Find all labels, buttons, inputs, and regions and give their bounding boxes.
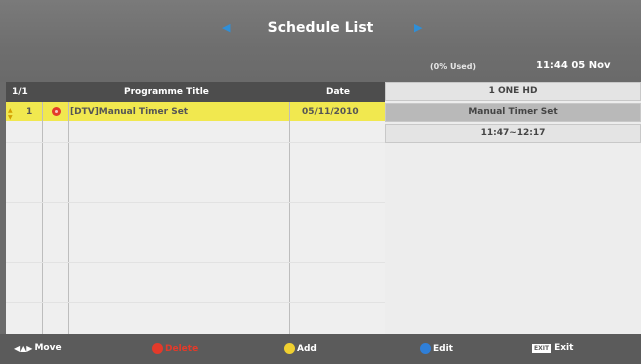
red-button-icon xyxy=(152,343,163,354)
blue-button-icon xyxy=(420,343,431,354)
row-number: 1 xyxy=(26,107,33,117)
edit-label: Edit xyxy=(433,343,453,354)
delete-button[interactable]: Delete xyxy=(152,343,198,354)
row-title: [DTV]Manual Timer Set xyxy=(70,107,189,117)
detail-channel: 1 ONE HD xyxy=(385,82,641,101)
yellow-button-icon xyxy=(284,343,295,354)
detail-panel: 1 ONE HD Manual Timer Set 11:47~12:17 xyxy=(385,82,641,334)
page-title: Schedule List xyxy=(267,20,374,36)
edit-button[interactable]: Edit xyxy=(420,343,453,354)
row-date: 05/11/2010 xyxy=(302,107,359,117)
detail-programme: Manual Timer Set xyxy=(385,103,641,122)
delete-label: Delete xyxy=(165,343,199,354)
exit-key-icon: EXIT xyxy=(532,343,552,353)
right-arrow-icon[interactable]: ▶ xyxy=(414,21,422,34)
record-icon xyxy=(52,107,61,116)
move-label: Move xyxy=(34,343,62,353)
move-updown-icon: ▲ ▼ xyxy=(8,107,13,121)
move-arrows-icon: ◀▲▶ xyxy=(14,343,33,353)
move-hint[interactable]: ◀▲▶ Move xyxy=(14,343,62,353)
exit-button[interactable]: EXIT Exit xyxy=(532,343,573,353)
header-bar: ◀ Schedule List ▶ (0% Used) 11:44 05 Nov xyxy=(0,0,641,82)
row-divider xyxy=(6,302,385,303)
row-divider xyxy=(6,142,385,143)
storage-usage: (0% Used) xyxy=(430,62,477,71)
add-label: Add xyxy=(297,343,317,354)
clock: 11:44 05 Nov xyxy=(536,60,611,71)
page-indicator: 1/1 xyxy=(12,87,28,97)
detail-time: 11:47~12:17 xyxy=(385,124,641,143)
add-button[interactable]: Add xyxy=(284,343,317,354)
footer-bar: ◀▲▶ Move Delete Add Edit EXIT Exit xyxy=(0,334,641,364)
row-divider xyxy=(6,262,385,263)
table-row[interactable]: ▲ ▼ 1 [DTV]Manual Timer Set 05/11/2010 xyxy=(6,102,385,121)
column-date: Date xyxy=(326,87,350,97)
schedule-table: 1/1 Programme Title Date ▲ ▼ 1 [DTV]Manua… xyxy=(6,82,385,334)
column-programme-title: Programme Title xyxy=(124,87,209,97)
row-divider xyxy=(6,202,385,203)
exit-label: Exit xyxy=(554,343,574,353)
table-header: 1/1 Programme Title Date xyxy=(6,82,385,102)
